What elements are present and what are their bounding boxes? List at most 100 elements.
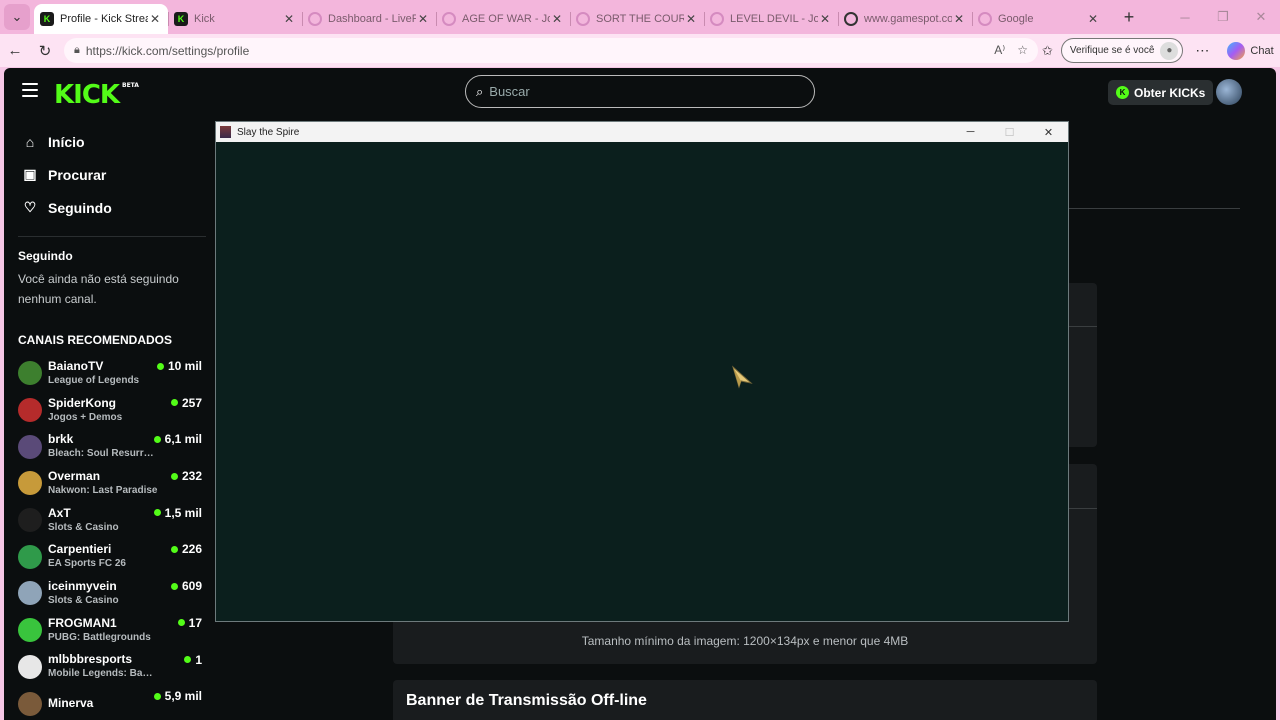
recommended-channel[interactable]: AxT Slots & Casino 1,5 mil xyxy=(4,502,214,539)
favorite-star-icon[interactable]: ☆ xyxy=(1017,43,1028,57)
tab-favicon-icon: K xyxy=(40,12,54,26)
favorites-icon[interactable]: ✩ xyxy=(1042,43,1053,59)
channel-avatar xyxy=(18,654,42,679)
game-maximize-icon: ☐ xyxy=(1004,126,1015,139)
browser-tab[interactable]: LEVEL DEVIL - Jogo✕ xyxy=(704,4,838,34)
nav-label: Procurar xyxy=(48,166,107,183)
recommended-channel[interactable]: Carpentieri EA Sports FC 26 226 xyxy=(4,538,214,575)
browser-tab[interactable]: Dashboard - LivePix✕ xyxy=(302,4,436,34)
settings-tabs-underline xyxy=(1068,208,1240,209)
tab-actions-menu-button[interactable]: ⌄ xyxy=(4,4,30,30)
search-input[interactable]: ⌕ Buscar xyxy=(465,75,815,108)
beta-badge: BETA xyxy=(122,82,139,89)
more-options-icon[interactable]: ⋯ xyxy=(1195,42,1209,59)
recommended-channel[interactable]: FROGMAN1 PUBG: Battlegrounds 17 xyxy=(4,612,214,649)
channel-avatar xyxy=(18,398,42,423)
url-field[interactable]: 🔒︎ https://kick.com/settings/profile A⁾ … xyxy=(64,38,1038,63)
viewer-count: 226 xyxy=(171,542,202,556)
tab-close-icon[interactable]: ✕ xyxy=(416,12,430,26)
tab-close-icon[interactable]: ✕ xyxy=(282,12,296,26)
tab-title: AGE OF WAR - Jogo xyxy=(462,13,550,25)
user-avatar[interactable] xyxy=(1216,79,1242,105)
verify-identity-button[interactable]: Verifique se é você ● xyxy=(1060,38,1184,63)
tab-close-icon[interactable]: ✕ xyxy=(818,12,832,26)
tab-favicon-icon xyxy=(710,12,724,26)
tab-close-icon[interactable]: ✕ xyxy=(1086,12,1100,26)
channel-avatar xyxy=(18,471,42,496)
maximize-icon[interactable]: ❐ xyxy=(1204,0,1242,34)
offline-banner-title: Banner de Transmissão Off-line xyxy=(406,692,647,709)
tab-title: Google xyxy=(998,13,1034,25)
browse-icon: ▣ xyxy=(23,166,37,182)
tab-close-icon[interactable]: ✕ xyxy=(550,12,564,26)
recommended-channel[interactable]: brkk Bleach: Soul Resurr… 6,1 mil xyxy=(4,428,214,465)
viewer-count: 1,5 mil xyxy=(154,506,202,520)
viewer-count: 257 xyxy=(171,396,202,410)
browser-tab[interactable]: K Profile - Kick Stream✕ xyxy=(34,4,168,34)
nav-item-procurar[interactable]: ▣ Procurar xyxy=(4,158,214,191)
browser-tab[interactable]: Google ✕ xyxy=(972,4,1106,34)
close-icon[interactable]: ✕ xyxy=(1242,0,1280,34)
channel-category: Mobile Legends: Bang Ba… xyxy=(48,668,158,680)
nav-item-seguindo[interactable]: ♡ Seguindo xyxy=(4,191,214,224)
reload-icon[interactable]: ↻ xyxy=(30,42,60,60)
copilot-icon xyxy=(1227,41,1246,60)
recommended-section-title: CANAIS RECOMENDADOS xyxy=(18,333,173,347)
minimize-icon[interactable]: ─ xyxy=(1166,0,1204,34)
recommended-channel[interactable]: SpiderKong Jogos + Demos 257 xyxy=(4,392,214,429)
recommended-channel[interactable]: Overman Nakwon: Last Paradise 232 xyxy=(4,465,214,502)
tab-favicon-icon xyxy=(442,12,456,26)
browser-tab[interactable]: www.gamespot.com✕ xyxy=(838,4,972,34)
channel-avatar xyxy=(18,434,42,459)
browser-tab[interactable]: AGE OF WAR - Jogo✕ xyxy=(436,4,570,34)
channel-category: Bleach: Soul Resurr… xyxy=(48,448,154,460)
channel-category: Nakwon: Last Paradise xyxy=(48,484,158,496)
search-icon: ⌕ xyxy=(476,83,484,99)
browser-tab[interactable]: K Kick ✕ xyxy=(168,4,302,34)
game-app-icon xyxy=(220,126,231,138)
sidebar: ⌂ Início ▣ Procurar ♡ Seguindo Seguindo Você … xyxy=(4,116,214,720)
heart-icon: ♡ xyxy=(23,199,37,215)
panel-2-divider xyxy=(1068,508,1097,509)
recommended-channel[interactable]: BaianoTV League of Legends 10 mil xyxy=(4,355,214,392)
back-icon[interactable]: ← xyxy=(0,42,30,59)
viewer-count: 5,9 mil xyxy=(154,689,202,703)
recommended-channel[interactable]: mlbbbresportsMobile Legends: Bang Ba…1 xyxy=(4,649,214,686)
recommended-channel[interactable]: Minerva 5,9 mil xyxy=(4,685,214,720)
game-minimize-icon[interactable]: ─ xyxy=(951,122,990,142)
home-icon: ⌂ xyxy=(25,133,35,150)
game-cursor-icon xyxy=(732,365,753,389)
search-placeholder: Buscar xyxy=(489,84,530,99)
game-window[interactable]: Slay the Spire ─ ☐ ✕ xyxy=(215,121,1069,622)
channel-category: Slots & Casino xyxy=(48,521,119,533)
url-text: https://kick.com/settings/profile xyxy=(85,43,250,58)
panel-1-divider xyxy=(1068,326,1097,327)
tab-close-icon[interactable]: ✕ xyxy=(148,12,162,26)
kick-logo-text: KICK xyxy=(54,80,120,110)
tab-favicon-icon xyxy=(978,12,992,26)
new-tab-button[interactable]: + xyxy=(1114,7,1144,28)
tab-close-icon[interactable]: ✕ xyxy=(952,12,966,26)
tab-close-icon[interactable]: ✕ xyxy=(684,12,698,26)
address-bar-row: ← ↻ 🔒︎ https://kick.com/settings/profile… xyxy=(0,34,1280,67)
read-aloud-icon[interactable]: A⁾ xyxy=(994,43,1005,57)
recommended-channel[interactable]: iceinmyvein Slots & Casino 609 xyxy=(4,575,214,612)
nav-item-inicio[interactable]: ⌂ Início xyxy=(4,125,214,158)
get-kicks-button[interactable]: K Obter KICKs xyxy=(1108,80,1214,105)
tab-title: SORT THE COURT! xyxy=(596,13,684,25)
viewer-count: 6,1 mil xyxy=(154,432,202,446)
hamburger-menu-icon[interactable] xyxy=(22,83,38,97)
following-section-title: Seguindo xyxy=(18,249,73,263)
nav-label: Início xyxy=(48,133,85,150)
browser-window-controls: ─ ❐ ✕ xyxy=(1166,0,1280,34)
copilot-chat-button[interactable]: Chat xyxy=(1227,41,1274,60)
viewer-count: 17 xyxy=(178,616,202,630)
channel-category: Slots & Casino xyxy=(48,594,119,606)
browser-tab[interactable]: SORT THE COURT!✕ xyxy=(570,4,704,34)
game-close-icon[interactable]: ✕ xyxy=(1029,122,1068,142)
kick-logo[interactable]: KICK BETA xyxy=(54,80,139,110)
tab-title: Profile - Kick Stream xyxy=(60,13,148,25)
game-window-titlebar[interactable]: Slay the Spire ─ ☐ ✕ xyxy=(216,122,1068,142)
viewer-count: 10 mil xyxy=(157,359,202,373)
lock-icon: 🔒︎ xyxy=(74,44,80,56)
